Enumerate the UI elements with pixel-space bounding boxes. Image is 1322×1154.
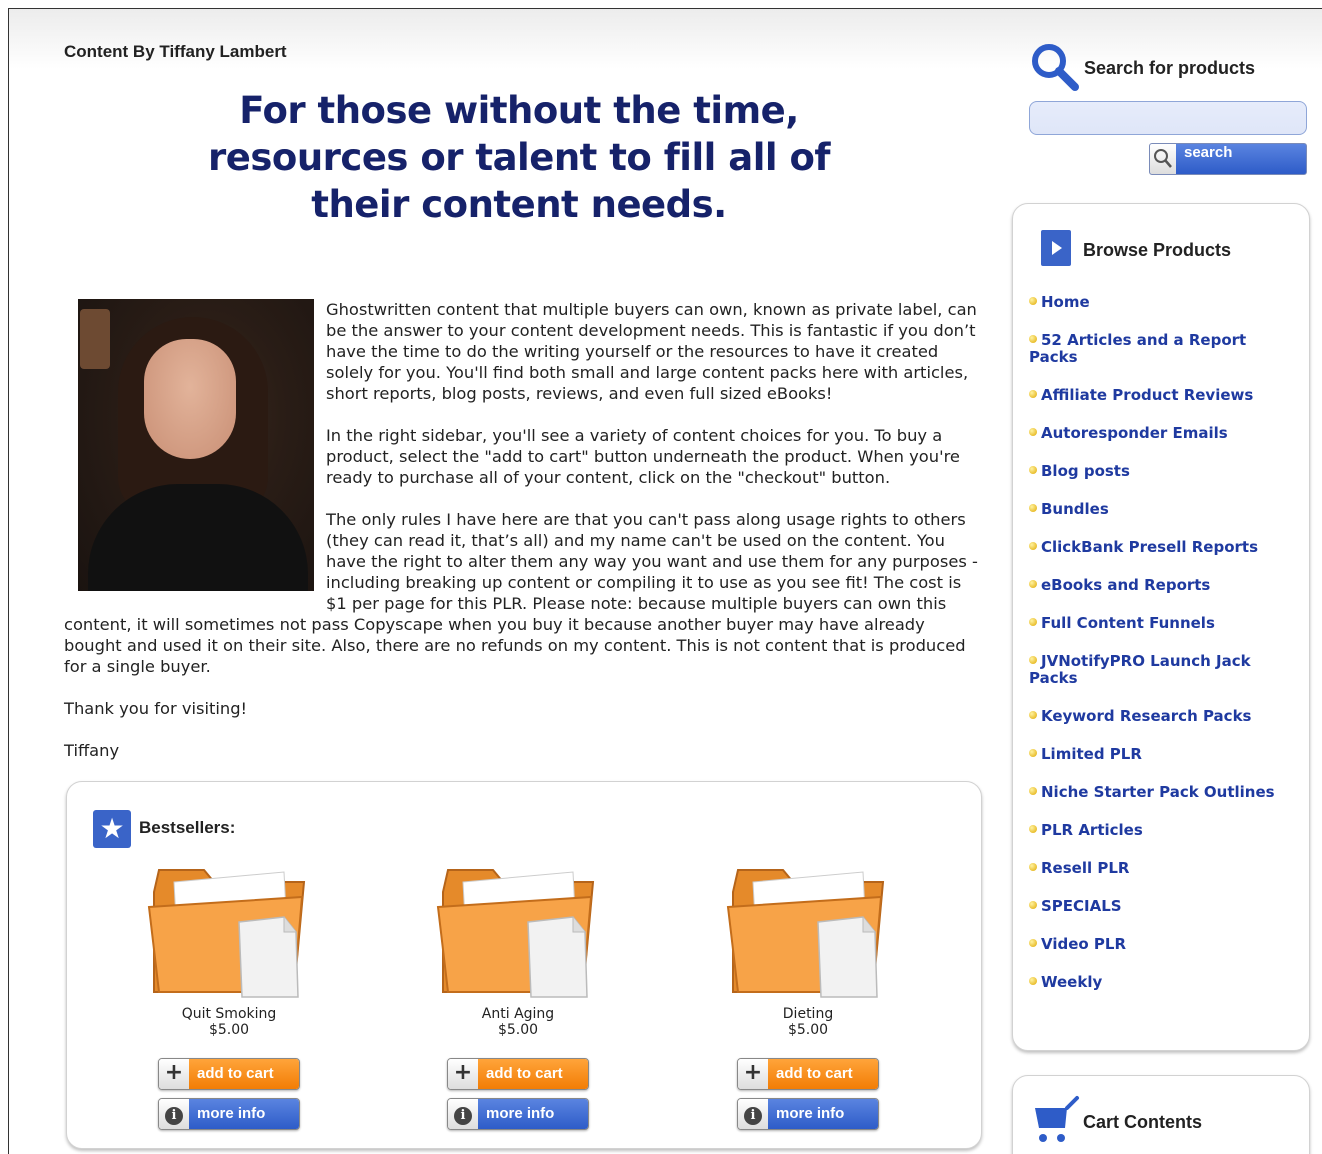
- category-item[interactable]: eBooks and Reports: [1029, 577, 1299, 594]
- category-item[interactable]: Full Content Funnels: [1029, 615, 1299, 632]
- intro-text: Ghostwritten content that multiple buyer…: [64, 299, 984, 782]
- bullet-icon: [1029, 977, 1037, 985]
- bestsellers-title: Bestsellers:: [139, 818, 236, 837]
- product-card: Anti Aging $5.00 + add to cart i more in…: [418, 852, 618, 1130]
- product-price: $5.00: [497, 1022, 539, 1038]
- category-item[interactable]: Home: [1029, 294, 1299, 311]
- bullet-icon: [1029, 787, 1037, 795]
- plus-icon: +: [738, 1059, 768, 1089]
- more-info-button[interactable]: i more info: [158, 1098, 300, 1130]
- info-icon: i: [738, 1099, 768, 1129]
- more-info-button[interactable]: i more info: [737, 1098, 879, 1130]
- add-to-cart-button[interactable]: + add to cart: [737, 1058, 879, 1090]
- headline-line-1: For those without the time,: [239, 89, 799, 132]
- bullet-icon: [1029, 428, 1037, 436]
- star-icon: ★: [93, 810, 131, 848]
- category-item[interactable]: SPECIALS: [1029, 898, 1299, 915]
- category-item[interactable]: Niche Starter Pack Outlines: [1029, 784, 1299, 801]
- folder-icon[interactable]: [144, 852, 314, 1002]
- magnifier-icon: [1150, 144, 1176, 174]
- cart-panel: Cart Contents: [1012, 1075, 1310, 1154]
- category-item[interactable]: PLR Articles: [1029, 822, 1299, 839]
- folder-icon[interactable]: [723, 852, 893, 1002]
- bullet-icon: [1029, 749, 1037, 757]
- author-photo: [78, 299, 314, 591]
- info-icon: i: [159, 1099, 189, 1129]
- bullet-icon: [1029, 390, 1037, 398]
- category-item[interactable]: Affiliate Product Reviews: [1029, 387, 1299, 404]
- bestsellers-panel: ★ Bestsellers: Quit Smoking $5.00 + add …: [66, 781, 982, 1149]
- category-item[interactable]: Keyword Research Packs: [1029, 708, 1299, 725]
- more-info-label: more info: [768, 1099, 878, 1129]
- product-card: Dieting $5.00 + add to cart i more info: [708, 852, 908, 1130]
- headline-line-2: resources or talent to fill all of: [208, 136, 830, 179]
- add-to-cart-label: add to cart: [478, 1059, 588, 1089]
- bullet-icon: [1029, 711, 1037, 719]
- info-icon: i: [448, 1099, 478, 1129]
- bullet-icon: [1029, 335, 1037, 343]
- bullet-icon: [1029, 901, 1037, 909]
- product-price: $5.00: [787, 1022, 829, 1038]
- product-price: $5.00: [208, 1022, 250, 1038]
- category-list: Home 52 Articles and a Report Packs Affi…: [1029, 294, 1299, 1012]
- bullet-icon: [1029, 618, 1037, 626]
- bullet-icon: [1029, 466, 1037, 474]
- browse-title: Browse Products: [1083, 240, 1232, 260]
- add-to-cart-label: add to cart: [189, 1059, 299, 1089]
- category-item[interactable]: Video PLR: [1029, 936, 1299, 953]
- bullet-icon: [1029, 656, 1037, 664]
- headline: For those without the time, resources or…: [169, 87, 869, 228]
- intro-paragraph-5: Tiffany: [64, 741, 120, 760]
- play-icon: [1041, 230, 1071, 266]
- category-item[interactable]: ClickBank Presell Reports: [1029, 539, 1299, 556]
- search-button-label: search: [1184, 144, 1233, 161]
- bullet-icon: [1029, 939, 1037, 947]
- search-title: Search for products: [1084, 58, 1256, 78]
- plus-icon: +: [448, 1059, 478, 1089]
- product-name[interactable]: Anti Aging: [418, 1006, 618, 1022]
- headline-line-3: their content needs.: [311, 183, 727, 226]
- category-item[interactable]: Weekly: [1029, 974, 1299, 991]
- byline: Content By Tiffany Lambert: [64, 42, 287, 61]
- category-item[interactable]: Limited PLR: [1029, 746, 1299, 763]
- search-icon: [1029, 41, 1083, 95]
- add-to-cart-button[interactable]: + add to cart: [158, 1058, 300, 1090]
- search-input[interactable]: [1029, 101, 1307, 135]
- page-frame: Content By Tiffany Lambert For those wit…: [8, 8, 1322, 1154]
- bullet-icon: [1029, 580, 1037, 588]
- category-item[interactable]: 52 Articles and a Report Packs: [1029, 332, 1299, 366]
- bullet-icon: [1029, 863, 1037, 871]
- more-info-label: more info: [189, 1099, 299, 1129]
- category-item[interactable]: Resell PLR: [1029, 860, 1299, 877]
- bullet-icon: [1029, 825, 1037, 833]
- plus-icon: +: [159, 1059, 189, 1089]
- category-item[interactable]: Blog posts: [1029, 463, 1299, 480]
- add-to-cart-label: add to cart: [768, 1059, 878, 1089]
- bullet-icon: [1029, 504, 1037, 512]
- search-button[interactable]: search: [1149, 143, 1307, 175]
- product-card: Quit Smoking $5.00 + add to cart i more …: [129, 852, 329, 1130]
- add-to-cart-button[interactable]: + add to cart: [447, 1058, 589, 1090]
- category-item[interactable]: JVNotifyPRO Launch Jack Packs: [1029, 653, 1299, 687]
- product-name[interactable]: Dieting: [708, 1006, 908, 1022]
- category-item[interactable]: Autoresponder Emails: [1029, 425, 1299, 442]
- category-item[interactable]: Bundles: [1029, 501, 1299, 518]
- product-name[interactable]: Quit Smoking: [129, 1006, 329, 1022]
- cart-title: Cart Contents: [1083, 1112, 1203, 1132]
- intro-paragraph-4: Thank you for visiting!: [64, 699, 248, 718]
- folder-icon[interactable]: [433, 852, 603, 1002]
- more-info-button[interactable]: i more info: [447, 1098, 589, 1130]
- browse-products-panel: Browse Products Home 52 Articles and a R…: [1012, 203, 1310, 1051]
- more-info-label: more info: [478, 1099, 588, 1129]
- bullet-icon: [1029, 297, 1037, 305]
- cart-icon: [1031, 1094, 1085, 1146]
- bullet-icon: [1029, 542, 1037, 550]
